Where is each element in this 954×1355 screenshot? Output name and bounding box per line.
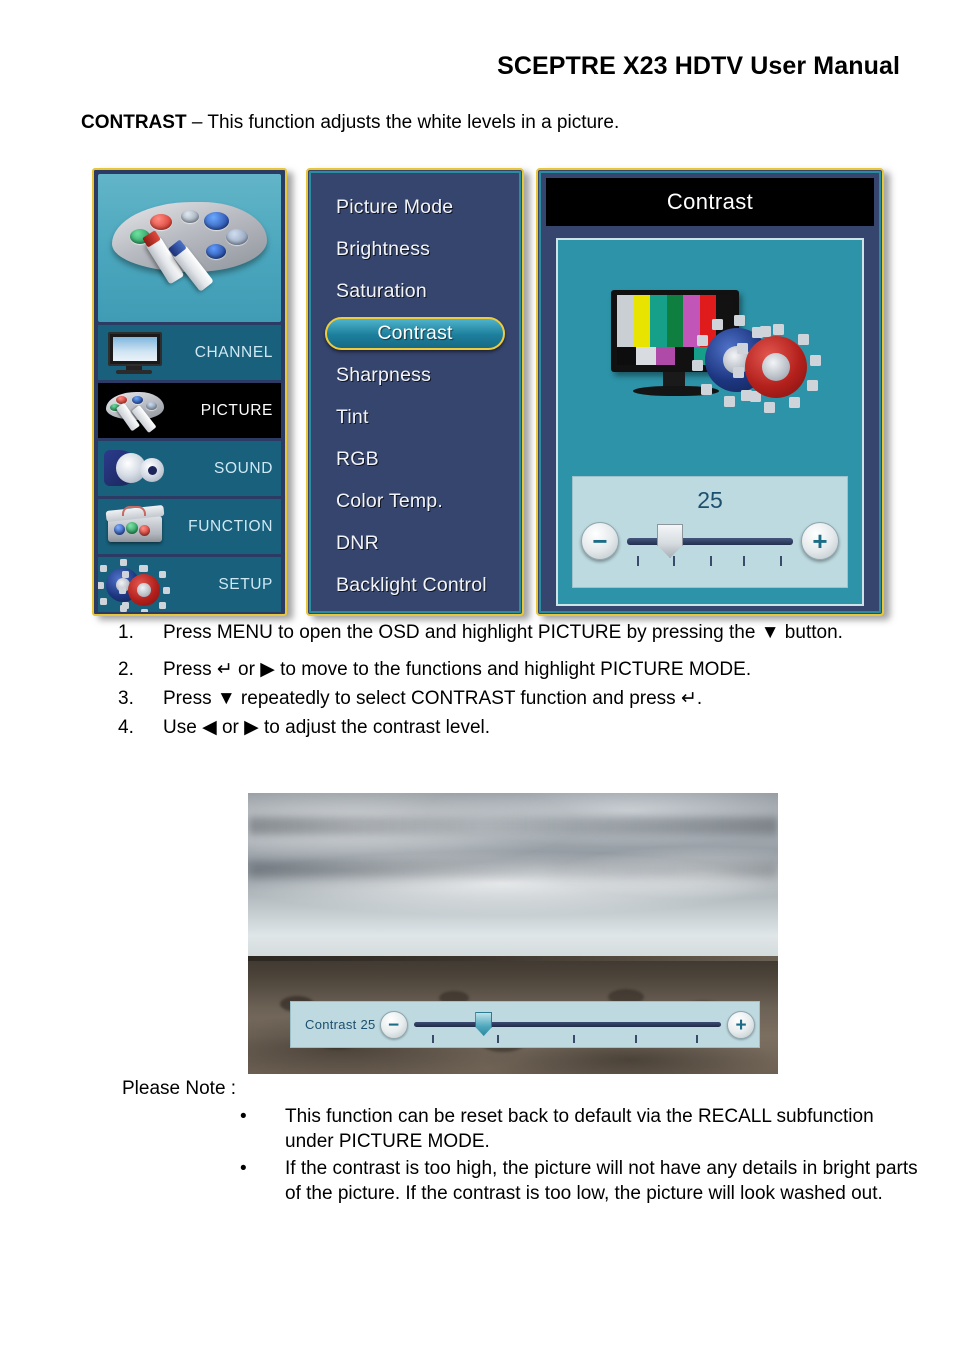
overlay-increase-button[interactable]: +	[727, 1011, 755, 1039]
palette-dot-silver	[226, 229, 248, 245]
overlay-decrease-button[interactable]: −	[379, 1011, 408, 1039]
menu-item-backlight-control[interactable]: Backlight Control	[308, 564, 522, 606]
overlay-slider-knob[interactable]	[475, 1012, 493, 1036]
step-text: Press MENU to open the OSD and highlight…	[163, 622, 843, 643]
step-text: Use ◀ or ▶ to adjust the contrast level.	[163, 717, 491, 738]
overlay-slider-ticks	[414, 1035, 721, 1043]
osd-detail-panel: Contrast 25 − +	[536, 168, 884, 616]
step-number: 1.	[118, 622, 134, 643]
contrast-slider-ticks	[627, 556, 793, 566]
photo-horizon	[248, 955, 778, 961]
toolbox-ball-red	[139, 525, 150, 536]
overlay-label: Contrast 25	[305, 1017, 376, 1032]
tv-base	[116, 370, 152, 374]
gears-icon	[98, 558, 172, 612]
toolbox-ball-blue	[114, 524, 125, 535]
toolbox-icon	[102, 502, 172, 550]
step-4: 4. Use ◀ or ▶ to adjust the contrast lev…	[118, 715, 898, 740]
detail-panel-body: 25 − +	[556, 238, 864, 606]
sidebar-item-channel[interactable]: CHANNEL	[98, 325, 281, 380]
menu-item-sharpness[interactable]: Sharpness	[308, 354, 522, 396]
menu-item-picture-mode[interactable]: Picture Mode	[308, 186, 522, 228]
menu-item-brightness[interactable]: Brightness	[308, 228, 522, 270]
decrease-button[interactable]: −	[581, 522, 619, 560]
intro-rest: – This function adjusts the white levels…	[186, 112, 620, 133]
instruction-steps: 1. Press MENU to open the OSD and highli…	[118, 620, 898, 744]
sidebar-item-picture[interactable]: PICTURE	[98, 383, 281, 438]
step-text: Press ▼ repeatedly to select CONTRAST fu…	[163, 688, 703, 709]
osd-sidebar: CHANNEL PICTURE SOUND FUNCTION SETUP	[92, 168, 287, 616]
menu-item-saturation[interactable]: Saturation	[308, 270, 522, 312]
intro-term: CONTRAST	[81, 112, 187, 133]
overlay-slider-track[interactable]	[413, 1022, 721, 1027]
gear-red	[118, 564, 170, 612]
contrast-overlay-bar: Contrast 25 − +	[290, 1001, 760, 1048]
detail-gear-red	[732, 323, 821, 413]
tv-screen-image	[113, 337, 157, 361]
sidebar-item-label: FUNCTION	[188, 517, 273, 535]
contrast-slider-knob[interactable]	[657, 524, 683, 558]
step-number: 4.	[118, 717, 134, 738]
please-note-label: Please Note :	[122, 1078, 237, 1099]
step-number: 3.	[118, 688, 134, 709]
detail-gear-red-hole	[762, 353, 790, 381]
sidebar-item-label: PICTURE	[200, 401, 273, 419]
cloud-band-lower	[248, 862, 778, 879]
note-text: This function can be reset back to defau…	[285, 1106, 874, 1152]
page-header-title: SCEPTRE X23 HDTV User Manual	[497, 52, 900, 80]
contrast-slider-box: 25 − +	[572, 476, 848, 588]
overlay-slider-row: − +	[376, 1002, 759, 1047]
gear-red-hole	[137, 583, 151, 597]
sidebar-item-function[interactable]: FUNCTION	[98, 499, 281, 554]
paint-palette-icon	[98, 174, 281, 322]
menu-item-rgb[interactable]: RGB	[308, 438, 522, 480]
note-text: If the contrast is too high, the picture…	[285, 1158, 918, 1204]
sidebar-item-label: SOUND	[214, 459, 273, 477]
contrast-slider-track[interactable]	[627, 538, 793, 545]
detail-panel-title: Contrast	[546, 178, 874, 226]
toolbox-ball-green	[126, 522, 138, 534]
sidebar-item-sound[interactable]: SOUND	[98, 441, 281, 496]
menu-item-tint[interactable]: Tint	[308, 396, 522, 438]
palette-mini-dot-silver	[146, 402, 157, 410]
step-number: 2.	[118, 659, 134, 680]
contrast-slider-row: − +	[573, 516, 847, 566]
tv-icon	[102, 328, 172, 376]
sidebar-item-setup[interactable]: SETUP	[98, 557, 281, 612]
bullet-icon: •	[240, 1106, 247, 1127]
palette-dot-blue	[204, 212, 229, 230]
menu-item-dnr[interactable]: DNR	[308, 522, 522, 564]
photo-sky	[248, 793, 778, 968]
cloud-band-upper	[248, 817, 778, 835]
menu-item-contrast[interactable]: Contrast	[308, 312, 522, 354]
tv-screen	[108, 332, 162, 366]
menu-item-contrast-label: Contrast	[325, 316, 505, 350]
palette-dot-red	[150, 214, 172, 230]
notes-list: • This function can be reset back to def…	[240, 1104, 920, 1208]
osd-menu-list: Picture Mode Brightness Saturation Contr…	[306, 168, 524, 616]
osd-screenshot: CHANNEL PICTURE SOUND FUNCTION SETUP Pic…	[88, 162, 888, 618]
menu-item-color-temp[interactable]: Color Temp.	[308, 480, 522, 522]
monitor-colorbars-gears-icon	[605, 284, 821, 419]
palette-dot-blue2	[206, 244, 226, 259]
palette-icon	[102, 386, 172, 434]
step-2: 2. Press ↵ or ▶ to move to the functions…	[118, 657, 898, 682]
speaker-dustcap	[148, 466, 157, 475]
contrast-value: 25	[697, 487, 723, 513]
step-1: 1. Press MENU to open the OSD and highli…	[118, 620, 898, 645]
increase-button[interactable]: +	[801, 522, 839, 560]
step-text: Press ↵ or ▶ to move to the functions an…	[163, 659, 752, 680]
speaker-icon	[102, 444, 172, 492]
palette-mini-dot-blue	[132, 396, 143, 404]
sidebar-item-label: CHANNEL	[194, 343, 273, 361]
sidebar-item-label: SETUP	[218, 575, 273, 593]
desert-landscape-photo: Contrast 25 − +	[248, 793, 778, 1074]
intro-paragraph: CONTRAST – This function adjusts the whi…	[81, 112, 619, 134]
note-item: • This function can be reset back to def…	[240, 1104, 920, 1154]
note-item: • If the contrast is too high, the pictu…	[240, 1156, 920, 1206]
palette-dot-white	[181, 210, 199, 223]
bullet-icon: •	[240, 1158, 247, 1179]
step-3: 3. Press ▼ repeatedly to select CONTRAST…	[118, 686, 898, 711]
toolbox-handle	[122, 506, 146, 516]
